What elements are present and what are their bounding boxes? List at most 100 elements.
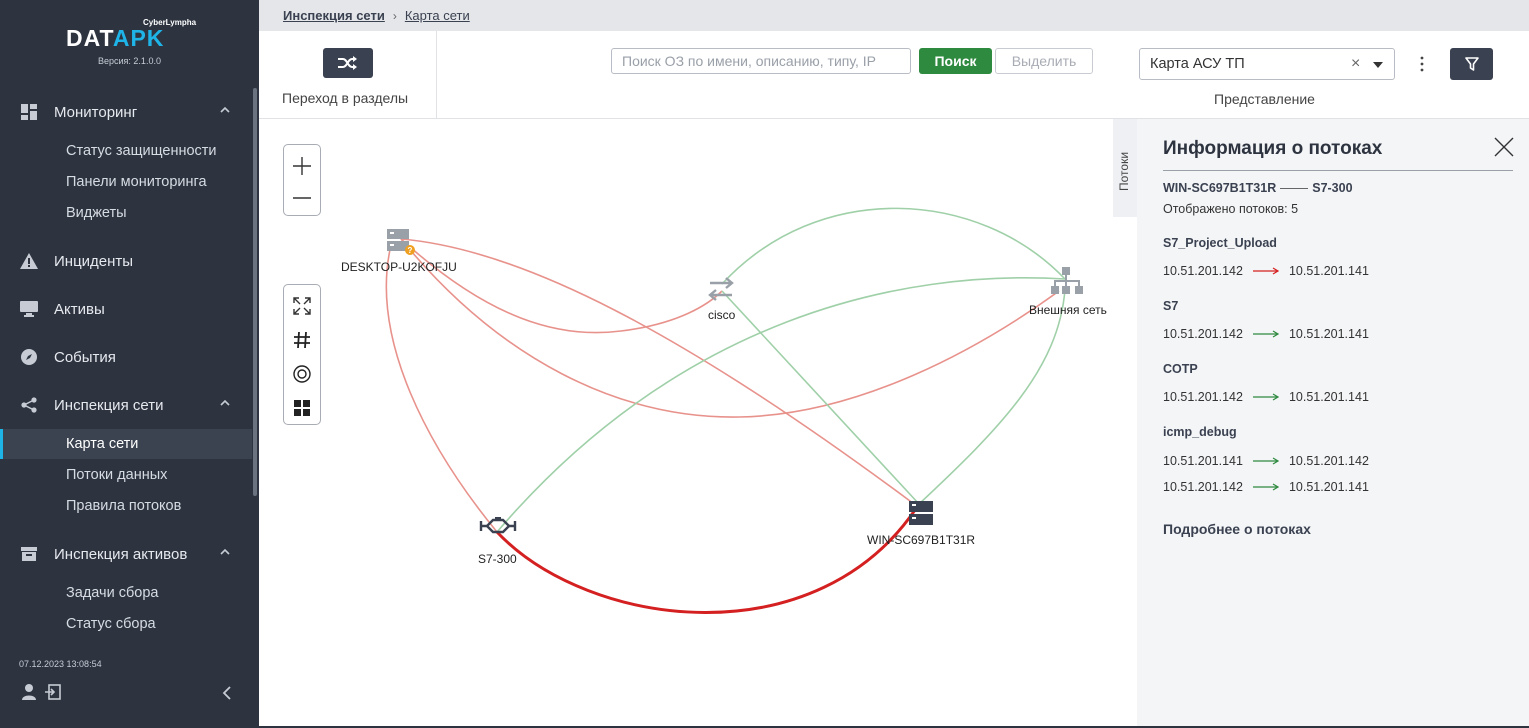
- sidebar-item-flow-rules[interactable]: Правила потоков: [0, 491, 252, 521]
- caret-down-icon[interactable]: [1373, 62, 1383, 68]
- search-button[interactable]: Поиск: [919, 48, 992, 74]
- sidebar: CyberLympha DATAPK Версия: 2.1.0.0 Монит…: [0, 0, 259, 728]
- link-s7-win-selected: [495, 503, 921, 614]
- sidebar-scrollbar[interactable]: [253, 88, 257, 496]
- grid-layout-button[interactable]: [284, 327, 320, 353]
- archive-icon: [20, 545, 38, 563]
- logout-icon[interactable]: [45, 684, 61, 700]
- flow-src: 10.51.201.142: [1163, 264, 1243, 278]
- pair-separator: [1280, 188, 1309, 190]
- target-icon: [293, 365, 311, 383]
- sidebar-item-collection-tasks[interactable]: Задачи сбора: [0, 578, 252, 608]
- pair-left: WIN-SC697B1T31R: [1163, 181, 1277, 195]
- section-nav-label: Переход в разделы: [282, 90, 409, 106]
- flow-dst: 10.51.201.141: [1288, 480, 1369, 494]
- node-label-win[interactable]: WIN-SC697B1T31R: [867, 533, 975, 547]
- flow-name: S7: [1163, 299, 1179, 313]
- hash-icon: [294, 331, 310, 349]
- dashboard-icon: [20, 103, 38, 121]
- node-pair: WIN-SC697B1T31R S7-300: [1163, 181, 1353, 195]
- sidebar-item-data-flows[interactable]: Потоки данных: [0, 460, 252, 490]
- flow-row: 10.51.201.142 10.51.201.141: [1163, 327, 1369, 341]
- sidebar-section-asset-inspection[interactable]: Инспекция активов: [0, 539, 252, 569]
- panel-title: Информация о потоках: [1163, 138, 1383, 159]
- filter-icon: [1464, 57, 1479, 71]
- node-label-external[interactable]: Внешняя сеть: [1029, 303, 1107, 317]
- sidebar-item-network-map[interactable]: Карта сети: [0, 429, 252, 459]
- zoom-out-button[interactable]: [284, 183, 320, 213]
- sidebar-section-label: События: [54, 348, 116, 366]
- link-desktop-cisco: [400, 238, 723, 334]
- close-icon[interactable]: [1493, 136, 1515, 158]
- zoom-in-button[interactable]: [284, 151, 320, 181]
- link-cisco-external: [721, 207, 1066, 285]
- flow-src: 10.51.201.142: [1163, 327, 1243, 341]
- chevron-left-icon[interactable]: [221, 686, 233, 700]
- pair-right: S7-300: [1312, 181, 1353, 195]
- sidebar-item-monitoring-panels[interactable]: Панели мониторинга: [0, 167, 252, 197]
- view-label: Представление: [1214, 91, 1315, 107]
- arrow-right-icon: [1252, 457, 1279, 465]
- sidebar-section-assets[interactable]: Активы: [0, 294, 252, 324]
- map-tools: [283, 284, 321, 425]
- arrow-right-icon: [1252, 393, 1279, 401]
- node-label-cisco[interactable]: cisco: [708, 308, 735, 322]
- search-input[interactable]: [611, 48, 911, 74]
- grid-icon: [294, 400, 310, 416]
- svg-text:?: ?: [408, 246, 413, 255]
- chevron-right-icon: ›: [392, 8, 397, 23]
- node-label-desktop[interactable]: DESKTOP-U2KOFJU: [341, 260, 457, 274]
- flow-name: icmp_debug: [1163, 425, 1237, 439]
- network-map[interactable]: ? DESKTOP-U2KOFJU cisco Внешняя сеть S7-…: [259, 119, 1137, 726]
- plus-icon: [293, 157, 311, 175]
- sidebar-section-monitoring[interactable]: Мониторинг: [0, 97, 252, 127]
- datetime-label: 07.12.2023 13:08:54: [19, 659, 102, 669]
- flow-src: 10.51.201.142: [1163, 390, 1243, 404]
- tab-flows-label: Потоки: [1117, 151, 1131, 191]
- arrow-right-icon: [1252, 483, 1279, 491]
- compass-icon: [20, 348, 38, 366]
- section-nav-button[interactable]: [323, 48, 373, 78]
- flow-name: S7_Project_Upload: [1163, 236, 1277, 250]
- flow-dst: 10.51.201.141: [1288, 327, 1369, 341]
- sidebar-section-label: Активы: [54, 300, 105, 318]
- user-icon[interactable]: [22, 684, 36, 700]
- sidebar-item-collection-status[interactable]: Статус сбора: [0, 609, 252, 639]
- radial-layout-button[interactable]: [284, 361, 320, 387]
- network-icon: [1051, 267, 1083, 294]
- flow-row: 10.51.201.141 10.51.201.142: [1163, 454, 1369, 468]
- monitor-icon: [20, 300, 38, 318]
- flow-dst: 10.51.201.142: [1288, 454, 1369, 468]
- clear-icon[interactable]: ×: [1351, 55, 1360, 73]
- sidebar-item-widgets[interactable]: Виджеты: [0, 198, 252, 228]
- sidebar-section-label: Инспекция сети: [54, 396, 164, 414]
- toolbar: Переход в разделы Поиск Выделить Карта А…: [259, 31, 1529, 119]
- kebab-menu-icon[interactable]: [1420, 55, 1424, 73]
- sidebar-item-security-status[interactable]: Статус защищенности: [0, 136, 252, 166]
- flows-details-link[interactable]: Подробнее о потоках: [1163, 521, 1311, 537]
- switch-icon: [708, 277, 734, 301]
- tab-flows[interactable]: Потоки: [1113, 119, 1137, 217]
- link-desktop-s7: [385, 244, 498, 533]
- sidebar-section-incidents[interactable]: Инциденты: [0, 246, 252, 276]
- fit-view-button[interactable]: [284, 293, 320, 319]
- link-cisco-win: [721, 290, 920, 505]
- flow-row: 10.51.201.142 10.51.201.141: [1163, 390, 1369, 404]
- sidebar-section-events[interactable]: События: [0, 342, 252, 372]
- expand-icon: [293, 297, 311, 315]
- server-icon: ?: [387, 229, 415, 255]
- breadcrumb: Инспекция сети › Карта сети: [259, 0, 1529, 31]
- sidebar-section-network-inspection[interactable]: Инспекция сети: [0, 390, 252, 420]
- toolbar-divider: [436, 31, 437, 119]
- node-label-s7[interactable]: S7-300: [478, 552, 517, 566]
- breadcrumb-network-map[interactable]: Карта сети: [405, 8, 470, 23]
- breadcrumb-network-inspection[interactable]: Инспекция сети: [283, 8, 385, 23]
- flow-row: 10.51.201.142 10.51.201.141: [1163, 264, 1369, 278]
- cluster-layout-button[interactable]: [284, 395, 320, 421]
- zoom-controls: [283, 144, 321, 216]
- highlight-button[interactable]: Выделить: [995, 48, 1093, 74]
- brand-logo[interactable]: DATAPK: [66, 25, 164, 52]
- filter-button[interactable]: [1450, 48, 1493, 80]
- version-label: Версия: 2.1.0.0: [98, 56, 161, 66]
- network-map-canvas: ?: [385, 207, 1083, 614]
